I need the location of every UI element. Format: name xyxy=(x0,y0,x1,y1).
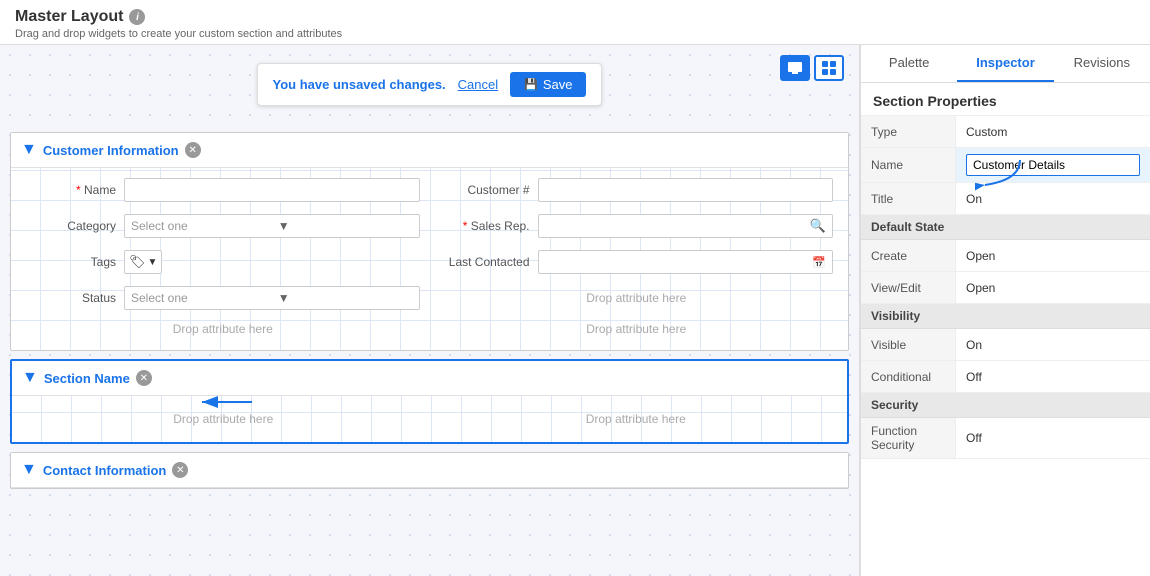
save-label: Save xyxy=(543,77,573,92)
drop-zone-right-2[interactable]: Drop attribute here xyxy=(440,316,834,342)
page-title-row: Master Layout i xyxy=(15,8,1135,26)
function-security-row: Function Security Off xyxy=(861,418,1150,459)
viewedit-property-value: Open xyxy=(956,275,1150,301)
visible-property-row: Visible On xyxy=(861,329,1150,361)
section-name-toggle[interactable]: ▼ xyxy=(22,369,38,387)
name-property-label: Name xyxy=(861,148,956,182)
customer-number-row: Customer # xyxy=(440,176,834,204)
properties-panel: Section Properties Type Custom xyxy=(861,83,1150,576)
section-drop-zone-right[interactable]: Drop attribute here xyxy=(440,404,833,434)
drop-zone-left-1[interactable]: Drop attribute here xyxy=(26,316,420,342)
contact-information-header: ▼ Contact Information ✕ xyxy=(11,453,848,488)
customer-information-section: ▼ Customer Information ✕ Name Customer # xyxy=(10,132,849,351)
tab-palette[interactable]: Palette xyxy=(861,45,957,82)
tags-control[interactable]: 🏷 ▼ xyxy=(124,250,162,274)
grid-icon xyxy=(821,60,837,76)
function-security-value: Off xyxy=(956,425,1150,451)
name-field-row: Name xyxy=(26,176,420,204)
sales-rep-label: Sales Rep. xyxy=(440,219,530,233)
customer-section-close[interactable]: ✕ xyxy=(185,142,201,158)
contact-section-close[interactable]: ✕ xyxy=(172,462,188,478)
master-layout-container: Master Layout i Drag and drop widgets to… xyxy=(0,0,1150,576)
inspector-arrow xyxy=(975,155,1025,195)
category-select[interactable]: Select one ▼ xyxy=(124,214,420,238)
tab-revisions[interactable]: Revisions xyxy=(1054,45,1150,82)
create-property-row: Create Open xyxy=(861,240,1150,272)
tags-dropdown-arrow: ▼ xyxy=(148,257,158,268)
category-dropdown-arrow: ▼ xyxy=(274,219,419,233)
section-name-title: Section Name xyxy=(44,371,130,386)
last-contacted-input[interactable]: 📅 xyxy=(538,250,834,274)
info-icon[interactable]: i xyxy=(129,9,145,25)
calendar-icon[interactable]: 📅 xyxy=(806,256,832,269)
grid-view-button[interactable] xyxy=(814,55,844,81)
canvas-panel: You have unsaved changes. Cancel 💾 Save xyxy=(0,45,860,576)
last-contacted-row: Last Contacted 📅 xyxy=(440,248,834,276)
content-area: You have unsaved changes. Cancel 💾 Save xyxy=(0,45,1150,576)
status-select[interactable]: Select one ▼ xyxy=(124,286,420,310)
viewedit-property-label: View/Edit xyxy=(861,272,956,303)
sales-rep-input[interactable]: 🔍 xyxy=(538,214,834,238)
unsaved-message: You have unsaved changes. xyxy=(273,77,446,92)
contact-section-toggle[interactable]: ▼ xyxy=(21,461,37,479)
save-button[interactable]: 💾 Save xyxy=(510,72,586,97)
last-contacted-label: Last Contacted xyxy=(440,255,530,269)
tags-label: Tags xyxy=(26,255,116,269)
create-property-label: Create xyxy=(861,240,956,271)
contact-section-title: Contact Information xyxy=(43,463,167,478)
customer-section-toggle[interactable]: ▼ xyxy=(21,141,37,159)
blue-arrow-annotation xyxy=(197,390,257,414)
sales-rep-text[interactable] xyxy=(539,217,804,235)
customer-number-input[interactable] xyxy=(538,178,834,202)
default-state-header: Default State xyxy=(861,215,1150,240)
status-row: Status Select one ▼ xyxy=(26,284,420,312)
page-header: Master Layout i Drag and drop widgets to… xyxy=(0,0,1150,45)
customer-number-label: Customer # xyxy=(440,183,530,197)
category-label: Category xyxy=(26,219,116,233)
type-property-label: Type xyxy=(861,116,956,147)
tags-row: Tags 🏷 ▼ xyxy=(26,248,420,276)
last-contacted-text[interactable] xyxy=(539,253,807,271)
search-icon[interactable]: 🔍 xyxy=(804,218,832,234)
status-dropdown-arrow: ▼ xyxy=(274,291,419,305)
function-security-label: Function Security xyxy=(861,418,956,458)
properties-title: Section Properties xyxy=(861,83,1150,116)
contact-information-section: ▼ Contact Information ✕ xyxy=(10,452,849,489)
title-property-label: Title xyxy=(861,183,956,214)
visibility-header: Visibility xyxy=(861,304,1150,329)
cancel-button[interactable]: Cancel xyxy=(458,77,498,92)
conditional-property-value: Off xyxy=(956,364,1150,390)
type-property-row: Type Custom xyxy=(861,116,1150,148)
visible-property-label: Visible xyxy=(861,329,956,360)
view-toggle xyxy=(780,55,844,81)
conditional-property-label: Conditional xyxy=(861,361,956,392)
customer-information-header: ▼ Customer Information ✕ xyxy=(11,133,848,168)
section-name-close[interactable]: ✕ xyxy=(136,370,152,386)
right-panel-tabs: Palette Inspector Revisions xyxy=(861,45,1150,83)
type-property-value: Custom xyxy=(956,119,1150,145)
page-title: Master Layout xyxy=(15,8,123,26)
visible-property-value: On xyxy=(956,332,1150,358)
section-name-header: ▼ Section Name ✕ xyxy=(12,361,847,396)
drop-zone-right-1[interactable]: Drop attribute here xyxy=(440,284,834,312)
right-panel: Palette Inspector Revisions Section Prop… xyxy=(860,45,1150,576)
sales-rep-row: Sales Rep. 🔍 xyxy=(440,212,834,240)
desktop-icon xyxy=(787,60,803,76)
tag-icon: 🏷 xyxy=(129,254,146,270)
tab-inspector[interactable]: Inspector xyxy=(957,45,1053,82)
section-name-section: ▼ Section Name ✕ Dro xyxy=(10,359,849,444)
category-field-row: Category Select one ▼ xyxy=(26,212,420,240)
security-header: Security xyxy=(861,393,1150,418)
conditional-property-row: Conditional Off xyxy=(861,361,1150,393)
name-input[interactable] xyxy=(124,178,420,202)
create-property-value: Open xyxy=(956,243,1150,269)
page-subtitle: Drag and drop widgets to create your cus… xyxy=(15,28,1135,40)
status-label: Status xyxy=(26,291,116,305)
name-label: Name xyxy=(26,183,116,197)
save-icon: 💾 xyxy=(524,78,538,91)
desktop-view-button[interactable] xyxy=(780,55,810,81)
unsaved-banner: You have unsaved changes. Cancel 💾 Save xyxy=(257,63,603,106)
customer-section-title: Customer Information xyxy=(43,143,179,158)
viewedit-property-row: View/Edit Open xyxy=(861,272,1150,304)
